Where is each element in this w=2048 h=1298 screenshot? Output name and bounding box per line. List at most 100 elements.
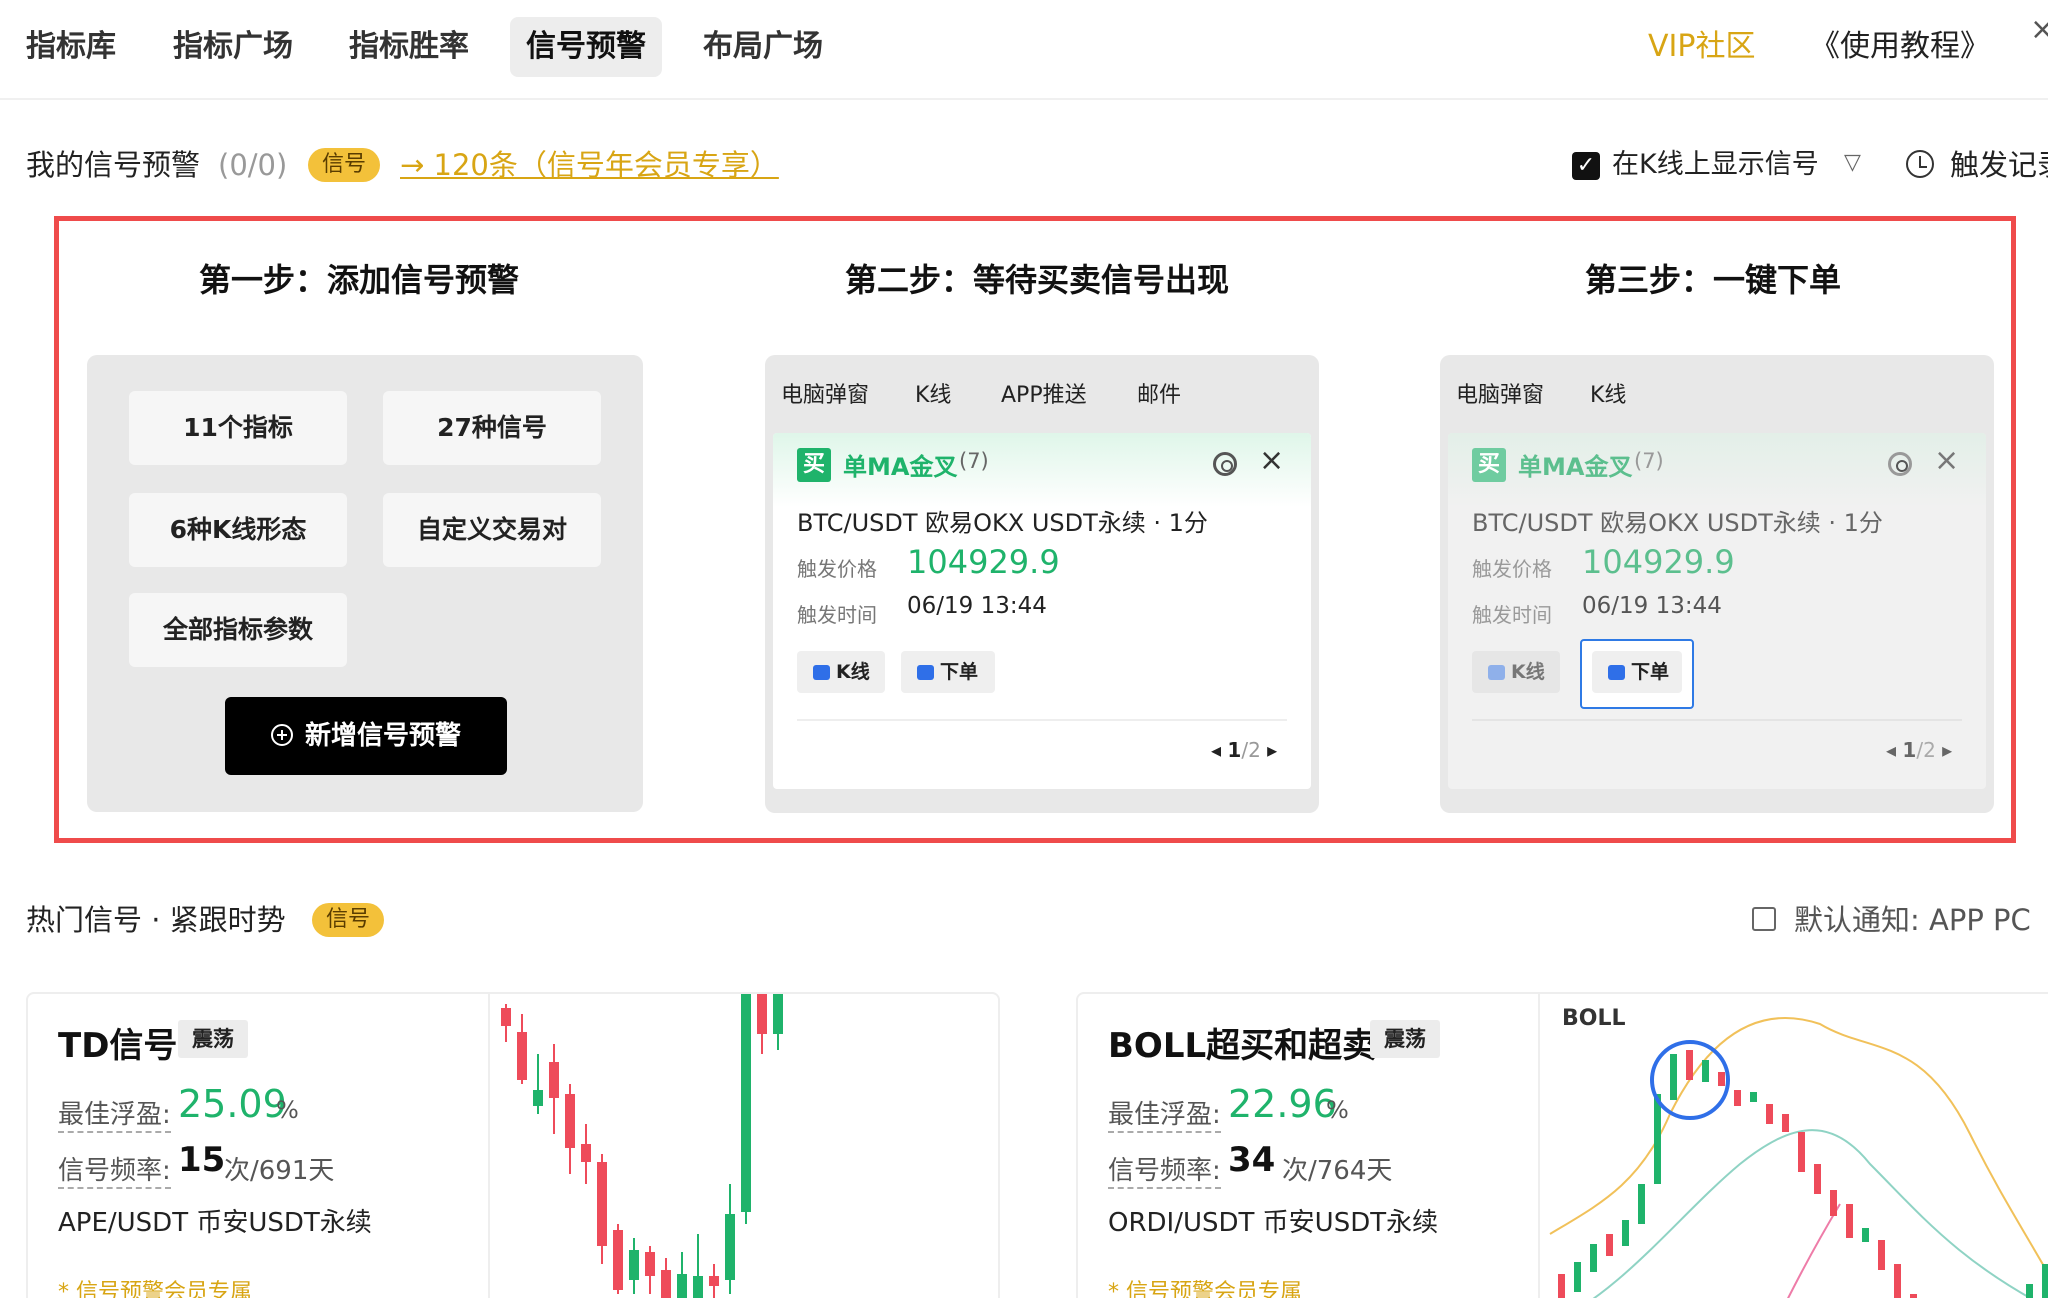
close-icon[interactable]: × — [1934, 443, 1959, 478]
candle — [1766, 1104, 1773, 1124]
boll-lower-band — [1787, 1203, 1841, 1298]
order-button-label: 下单 — [1631, 661, 1670, 683]
show-on-kline-label: 在K线上显示信号 — [1612, 149, 1819, 180]
tab-layout-square[interactable]: 布局广场 — [687, 17, 839, 77]
settings-icon[interactable] — [1213, 452, 1237, 476]
step2-title: 第二步：等待买卖信号出现 — [845, 261, 1230, 299]
candle — [1622, 1220, 1629, 1246]
onboarding-steps: 第一步：添加信号预警 第二步：等待买卖信号出现 第三步：一键下单 11个指标 2… — [54, 216, 2016, 843]
best-profit-value: 25.09 — [178, 1082, 287, 1126]
signal-popup-card: 买 单MA金叉 (7) × BTC/USDT 欧易OKX USDT永续 · 1分… — [1448, 433, 1986, 789]
percent-sign: % — [276, 1096, 299, 1124]
kline-button[interactable]: K线 — [797, 651, 885, 693]
candle — [1574, 1262, 1581, 1292]
best-profit-label: 最佳浮盈: — [1108, 1094, 1221, 1133]
buy-tag: 买 — [1472, 448, 1506, 482]
trigger-time: 06/19 13:44 — [907, 593, 1047, 619]
signal-card-boll[interactable]: BOLL超买和超卖 震荡 最佳浮盈: 22.96 % 信号频率: 34 次/76… — [1076, 992, 2048, 1298]
step3-title: 第三步：一键下单 — [1585, 261, 1842, 299]
close-icon[interactable]: × — [2030, 12, 2048, 47]
tab-signal-alert[interactable]: 信号预警 — [510, 17, 662, 77]
add-signal-alert-button[interactable]: 新增信号预警 — [225, 697, 507, 775]
candle — [549, 1062, 559, 1098]
candle — [1718, 1072, 1725, 1086]
step1-panel: 11个指标 27种信号 6种K线形态 自定义交易对 全部指标参数 新增信号预警 — [87, 355, 643, 812]
filter-icon[interactable]: ▽ — [1844, 150, 1861, 175]
vip-only-note: * 信号预警会员专属 — [1108, 1280, 1302, 1298]
kline-button[interactable]: K线 — [1472, 651, 1560, 693]
candle — [533, 1090, 543, 1106]
buy-tag: 买 — [797, 448, 831, 482]
tab-app-push: APP推送 — [1001, 383, 1087, 408]
candle — [1638, 1184, 1645, 1224]
candle — [1606, 1234, 1613, 1256]
hot-signals-header: 热门信号 · 紧跟时势 信号 默认通知: APP PC — [26, 895, 2048, 945]
trading-pair: BTC/USDT 欧易OKX USDT永续 · 1分 — [797, 509, 1208, 537]
boll-svg — [1549, 1017, 2048, 1298]
candle — [709, 1276, 719, 1286]
candle — [2026, 1284, 2033, 1298]
candle — [501, 1008, 511, 1026]
chip-signals: 27种信号 — [383, 391, 601, 465]
market-tag: 震荡 — [178, 1020, 248, 1058]
quota-upgrade-link[interactable]: → 120条（信号年会员专享） — [400, 140, 779, 190]
pager[interactable]: ◂ 1/2 ▸ — [1211, 738, 1277, 762]
plus-circle-icon — [270, 724, 293, 746]
vip-community-link[interactable]: VIP社区 — [1648, 17, 1755, 77]
candle — [757, 994, 767, 1034]
pager-current: 1 — [1902, 738, 1917, 762]
candle — [645, 1252, 655, 1276]
signal-count: (0/0) — [218, 148, 288, 182]
candle — [741, 994, 751, 1212]
my-signals-title: 我的信号预警 — [26, 148, 201, 182]
trigger-time-label: 触发时间 — [797, 603, 877, 627]
candle — [1862, 1228, 1869, 1242]
vip-only-note: * 信号预警会员专属 — [58, 1280, 252, 1298]
tab-indicator-winrate[interactable]: 指标胜率 — [333, 17, 485, 77]
tab-email: 邮件 — [1137, 383, 1182, 408]
tab-indicator-square[interactable]: 指标广场 — [157, 17, 309, 77]
market-tag: 震荡 — [1370, 1020, 1440, 1058]
candle — [629, 1250, 639, 1280]
chart-icon — [1488, 665, 1505, 680]
candle — [693, 1276, 703, 1298]
order-button[interactable]: 下单 — [1592, 651, 1682, 693]
tab-indicator-library[interactable]: 指标库 — [10, 17, 132, 77]
tab-kline: K线 — [1590, 383, 1627, 408]
tab-kline: K线 — [915, 383, 952, 408]
candle — [1750, 1092, 1757, 1102]
my-signals-header: 我的信号预警 (0/0) 信号 → 120条（信号年会员专享） ✓ 在K线上显示… — [26, 140, 2048, 190]
edit-icon[interactable] — [1752, 907, 1776, 931]
candle — [1686, 1050, 1693, 1080]
hot-signals-title: 热门信号 · 紧跟时势 — [26, 903, 286, 937]
candle — [1702, 1060, 1709, 1082]
candlestick-chart — [488, 994, 998, 1298]
candle — [2042, 1264, 2048, 1298]
candle — [1894, 1264, 1901, 1298]
trigger-price: 104929.9 — [1582, 543, 1735, 581]
kline-button-label: K线 — [836, 661, 870, 683]
chart-icon — [813, 665, 830, 680]
pager[interactable]: ◂ 1/2 ▸ — [1886, 738, 1952, 762]
trigger-price: 104929.9 — [907, 543, 1060, 581]
frequency-value: 15 — [178, 1140, 226, 1180]
chip-all-params: 全部指标参数 — [129, 593, 347, 667]
top-nav: 指标库 指标广场 指标胜率 信号预警 布局广场 VIP社区 《使用教程》 × — [0, 0, 2048, 100]
step1-title: 第一步：添加信号预警 — [199, 261, 520, 299]
tutorial-link[interactable]: 《使用教程》 — [1810, 17, 1990, 77]
frequency-label: 信号频率: — [1108, 1150, 1221, 1189]
signal-badge: 信号 — [308, 148, 381, 182]
pager-total: /2 — [1916, 738, 1936, 762]
candle — [677, 1274, 687, 1298]
default-notify-setting[interactable]: 默认通知: APP PC — [1794, 895, 2031, 945]
signal-card-td[interactable]: TD信号 震荡 最佳浮盈: 25.09 % 信号频率: 15 次/691天 AP… — [26, 992, 1000, 1298]
candle — [1798, 1132, 1805, 1172]
signal-count: (7) — [959, 449, 989, 473]
checkbox-checked-icon[interactable]: ✓ — [1572, 152, 1600, 180]
order-button[interactable]: 下单 — [901, 651, 995, 693]
settings-icon[interactable] — [1888, 452, 1912, 476]
tab-desktop-popup: 电脑弹窗 — [781, 383, 870, 408]
signal-card-name: BOLL超买和超卖 — [1108, 1026, 1377, 1066]
close-icon[interactable]: × — [1259, 443, 1284, 478]
trigger-price-label: 触发价格 — [797, 557, 877, 581]
